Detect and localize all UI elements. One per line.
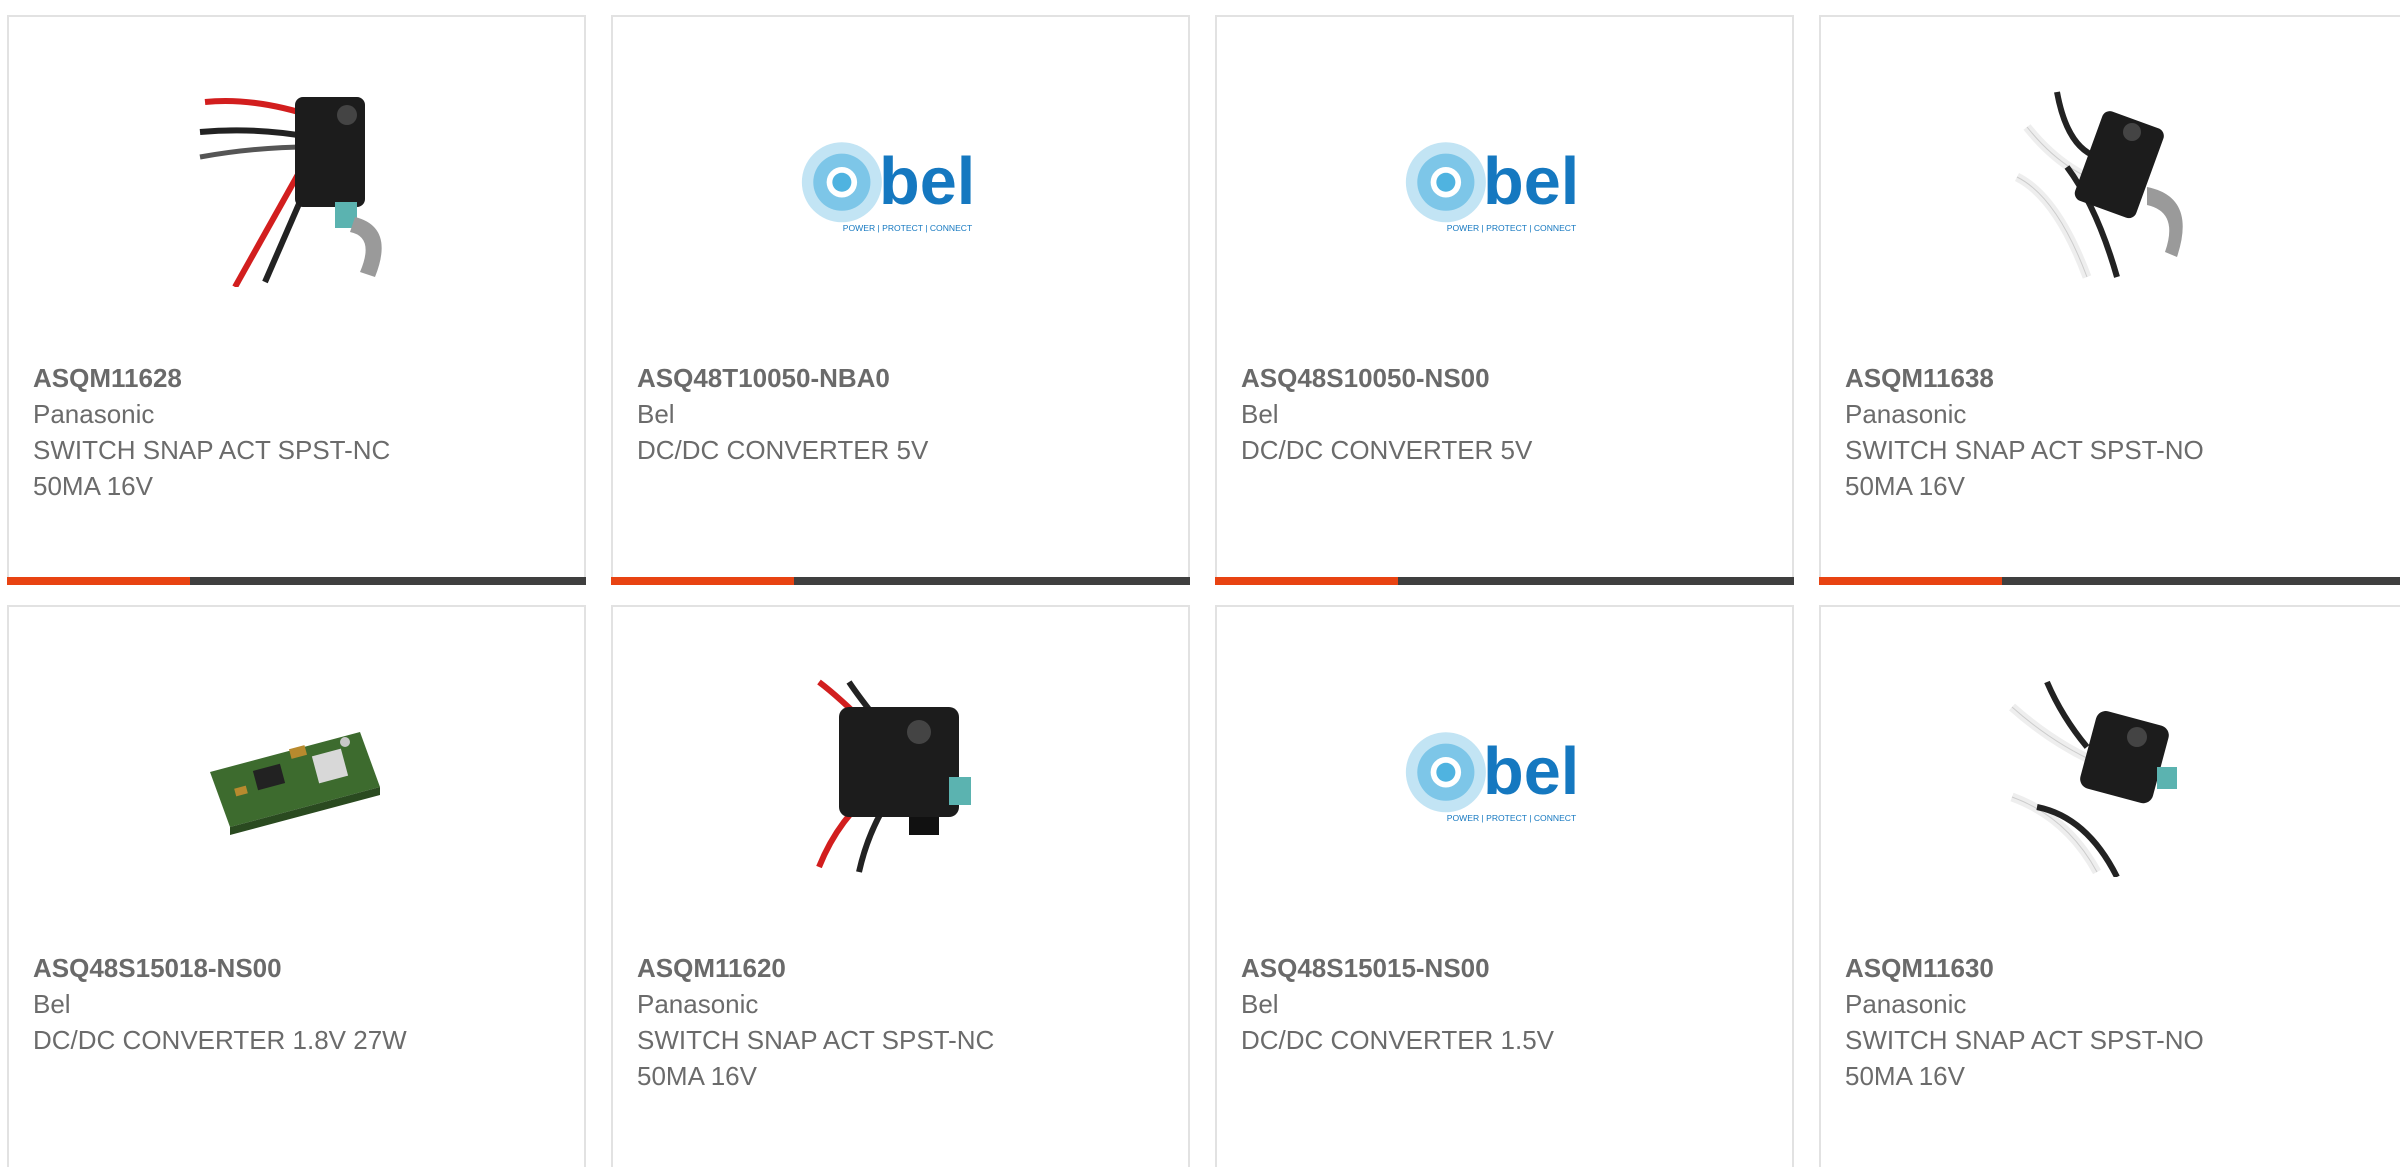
product-grid: ASQM11628 Panasonic SWITCH SNAP ACT SPST… [0,0,2400,1167]
converter-board-icon [195,677,395,877]
manufacturer: Bel [1241,989,1279,1019]
snap-switch-white-wires-icon [2007,677,2207,877]
product-card[interactable]: ASQM11638 Panasonic SWITCH SNAP ACT SPST… [1819,15,2400,585]
product-card[interactable]: ASQ48S15018-NS00 Bel DC/DC CONVERTER 1.8… [7,605,586,1167]
card-accent-bar [1819,577,2400,585]
manufacturer: Panasonic [1845,399,1967,429]
bel-logo: bel POWER | PROTECT | CONNECT [799,87,999,287]
svg-text:POWER | PROTECT | CONNECT: POWER | PROTECT | CONNECT [1447,223,1577,233]
description: SWITCH SNAP ACT SPST-NC 50MA 16V [637,1025,995,1091]
svg-text:POWER | PROTECT | CONNECT: POWER | PROTECT | CONNECT [843,223,973,233]
snap-switch-red-wires-icon [799,677,999,877]
svg-text:bel: bel [1483,735,1579,809]
part-number[interactable]: ASQ48S10050-NS00 [1241,360,1761,396]
part-number[interactable]: ASQ48S15015-NS00 [1241,950,1761,986]
part-number[interactable]: ASQ48S15018-NS00 [33,950,553,986]
description: DC/DC CONVERTER 1.5V [1241,1025,1555,1055]
bel-logo: bel POWER | PROTECT | CONNECT [1403,677,1603,877]
svg-text:bel: bel [1483,145,1579,219]
manufacturer: Bel [33,989,71,1019]
card-accent-bar [7,577,586,585]
product-card[interactable]: ASQM11620 Panasonic SWITCH SNAP ACT SPST… [611,605,1190,1167]
bel-logo: bel POWER | PROTECT | CONNECT [1403,87,1603,287]
manufacturer: Bel [1241,399,1279,429]
product-card[interactable]: ASQM11628 Panasonic SWITCH SNAP ACT SPST… [7,15,586,585]
product-card[interactable]: bel POWER | PROTECT | CONNECT ASQ48T1005… [611,15,1190,585]
description: DC/DC CONVERTER 5V [1241,435,1533,465]
product-card[interactable]: bel POWER | PROTECT | CONNECT ASQ48S1005… [1215,15,1794,585]
description: SWITCH SNAP ACT SPST-NO 50MA 16V [1845,435,2204,501]
product-card[interactable]: ASQM11630 Panasonic SWITCH SNAP ACT SPST… [1819,605,2400,1167]
svg-text:POWER | PROTECT | CONNECT: POWER | PROTECT | CONNECT [1447,813,1577,823]
manufacturer: Bel [637,399,675,429]
part-number[interactable]: ASQ48T10050-NBA0 [637,360,1157,396]
snap-switch-red-wires-icon [195,87,395,287]
part-number[interactable]: ASQM11620 [637,950,1157,986]
manufacturer: Panasonic [637,989,759,1019]
manufacturer: Panasonic [1845,989,1967,1019]
description: DC/DC CONVERTER 1.8V 27W [33,1025,407,1055]
manufacturer: Panasonic [33,399,155,429]
snap-switch-white-wires-icon [2007,87,2207,287]
part-number[interactable]: ASQM11628 [33,360,553,396]
description: SWITCH SNAP ACT SPST-NO 50MA 16V [1845,1025,2204,1091]
svg-text:bel: bel [879,145,975,219]
card-accent-bar [1215,577,1794,585]
card-accent-bar [611,577,1190,585]
part-number[interactable]: ASQM11630 [1845,950,2365,986]
part-number[interactable]: ASQM11638 [1845,360,2365,396]
product-card[interactable]: bel POWER | PROTECT | CONNECT ASQ48S1501… [1215,605,1794,1167]
description: DC/DC CONVERTER 5V [637,435,929,465]
description: SWITCH SNAP ACT SPST-NC 50MA 16V [33,435,391,501]
